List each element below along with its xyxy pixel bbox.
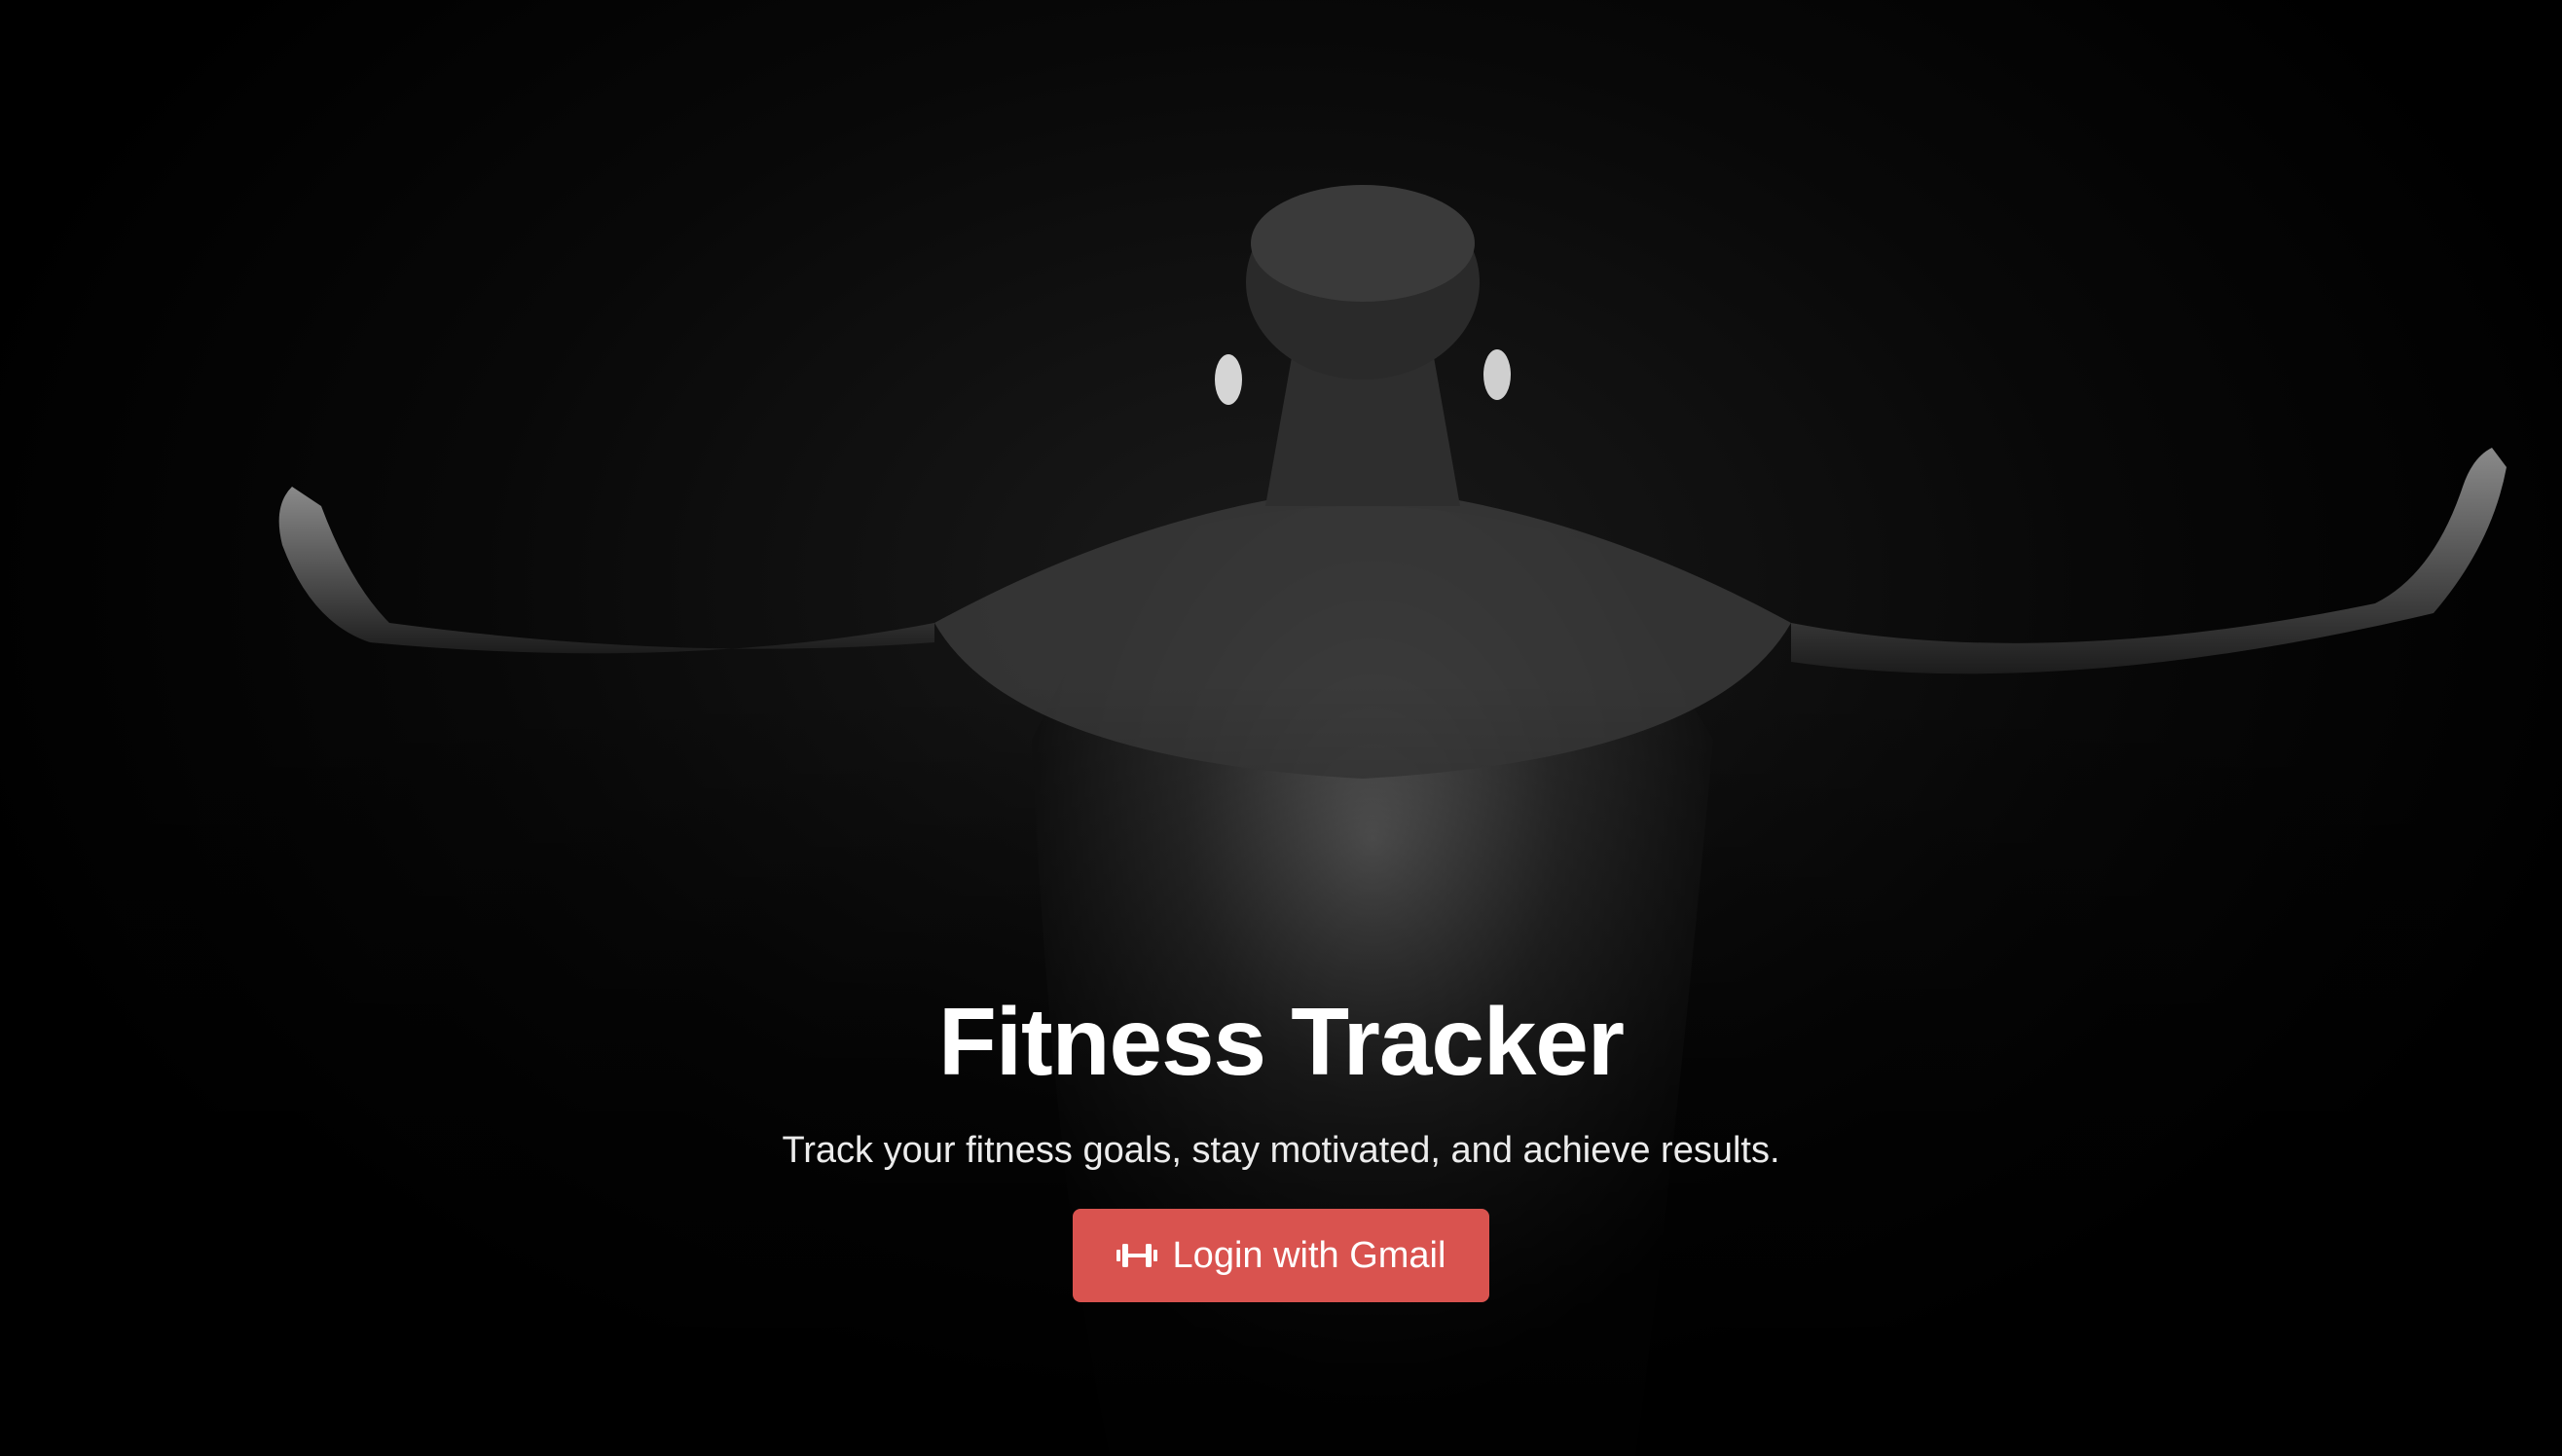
login-with-gmail-button[interactable]: Login with Gmail [1073, 1209, 1489, 1302]
hero-section: Fitness Tracker Track your fitness goals… [0, 0, 2562, 1456]
page-title: Fitness Tracker [937, 988, 1625, 1095]
page-subtitle: Track your fitness goals, stay motivated… [782, 1130, 1780, 1171]
hero-content: Fitness Tracker Track your fitness goals… [0, 983, 2562, 1302]
login-button-label: Login with Gmail [1172, 1234, 1446, 1276]
dumbbell-icon [1116, 1241, 1157, 1270]
